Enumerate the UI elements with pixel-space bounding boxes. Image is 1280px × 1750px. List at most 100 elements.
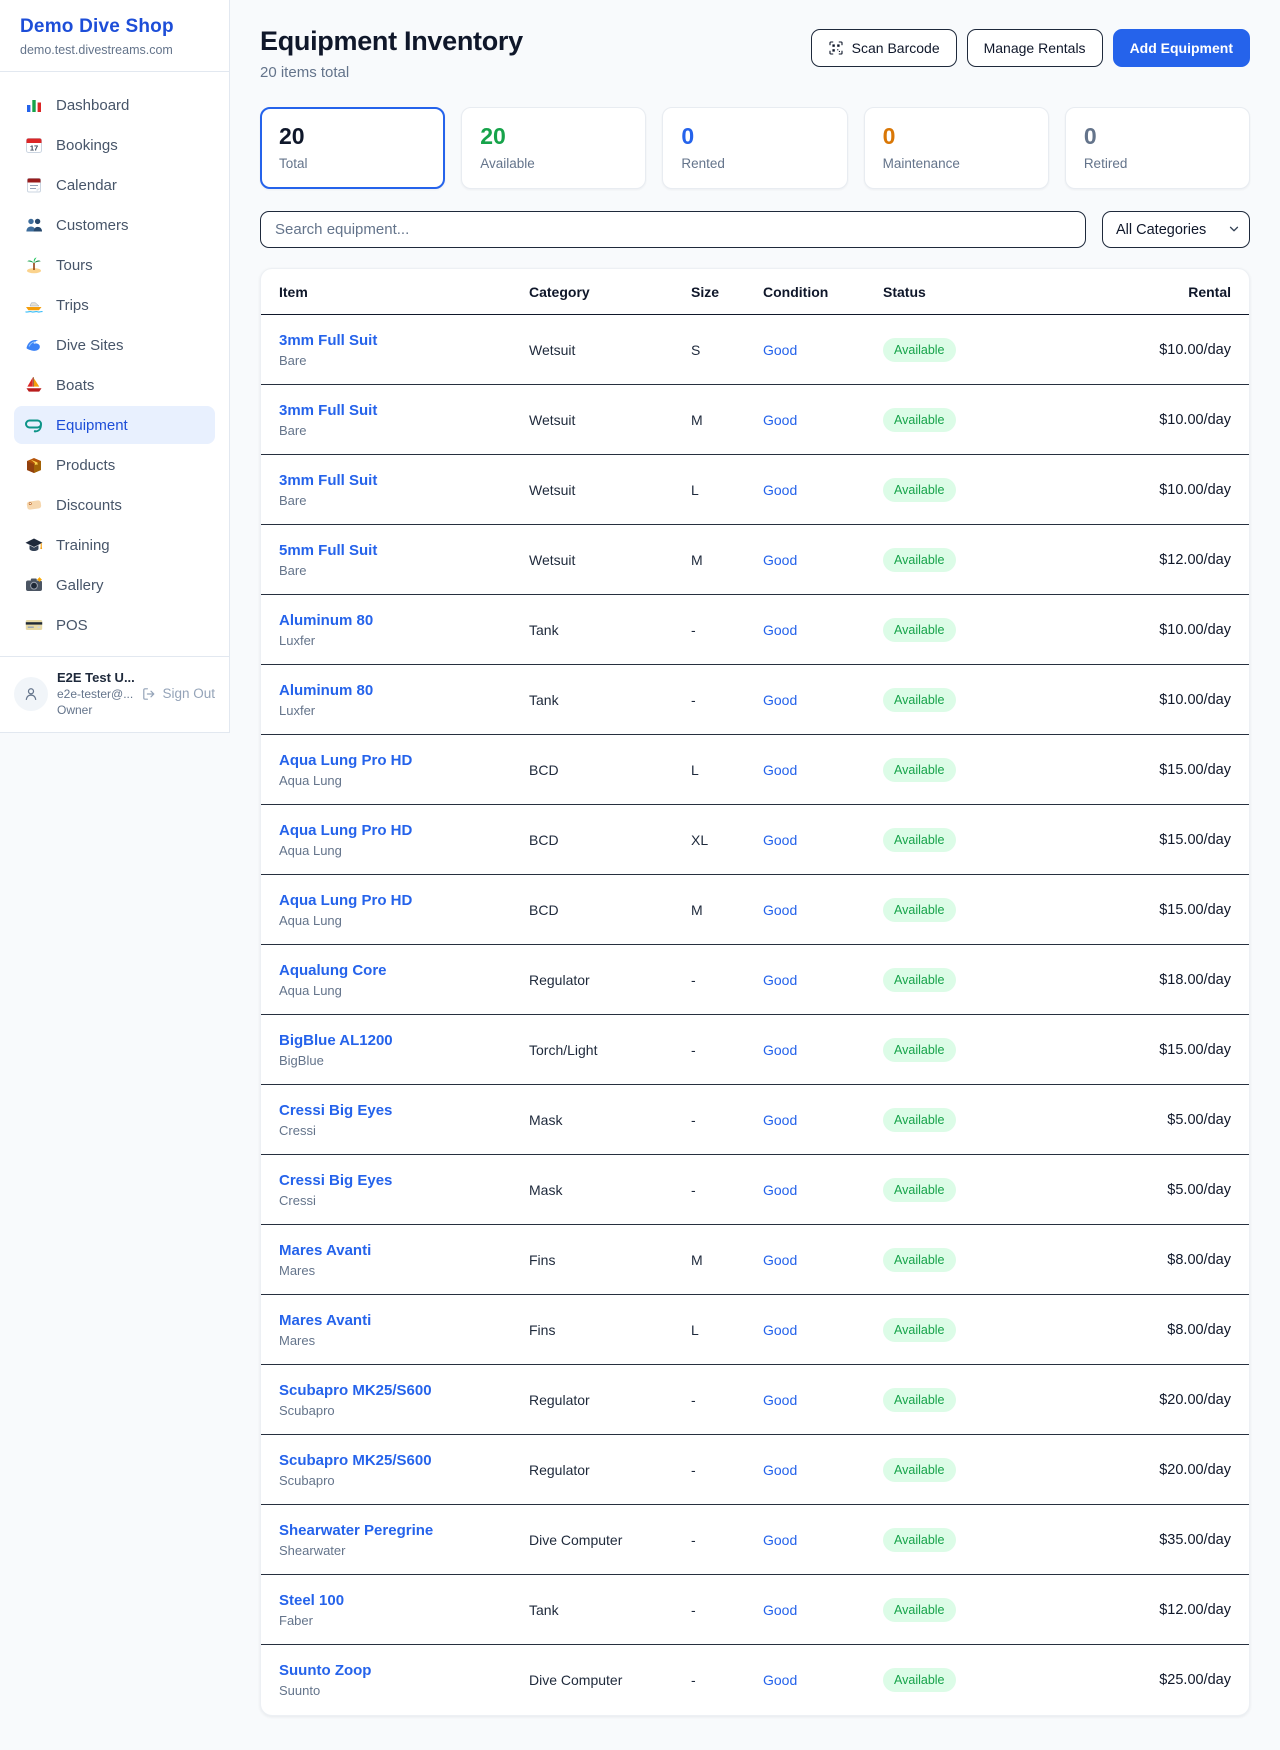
stat-card-rented[interactable]: 0 Rented (662, 107, 847, 189)
item-name-link[interactable]: Aqua Lung Pro HD (279, 892, 529, 909)
sidebar-item-label: Training (56, 537, 110, 554)
status-badge: Available (883, 618, 956, 642)
condition-link[interactable]: Good (763, 412, 797, 428)
sign-out-button[interactable]: Sign Out (141, 686, 215, 702)
item-category: Wetsuit (529, 552, 691, 568)
condition-link[interactable]: Good (763, 1602, 797, 1618)
page-title-block: Equipment Inventory 20 items total (260, 26, 523, 81)
item-name-link[interactable]: Aqua Lung Pro HD (279, 822, 529, 839)
category-select[interactable]: All Categories (1102, 211, 1250, 248)
item-name-link[interactable]: 3mm Full Suit (279, 332, 529, 349)
item-category: Tank (529, 622, 691, 638)
sidebar-item-pos[interactable]: POS (14, 606, 215, 644)
sidebar-item-products[interactable]: Products (14, 446, 215, 484)
svg-text:17: 17 (30, 144, 38, 153)
item-name-link[interactable]: Aluminum 80 (279, 612, 529, 629)
item-name-link[interactable]: 5mm Full Suit (279, 542, 529, 559)
stat-card-retired[interactable]: 0 Retired (1065, 107, 1250, 189)
header-actions: Scan Barcode Manage Rentals Add Equipmen… (811, 29, 1250, 67)
item-size: - (691, 1182, 763, 1198)
sidebar-item-tours[interactable]: Tours (14, 246, 215, 284)
condition-link[interactable]: Good (763, 1532, 797, 1548)
status-badge: Available (883, 758, 956, 782)
item-size: - (691, 972, 763, 988)
status-badge: Available (883, 828, 956, 852)
status-badge: Available (883, 1038, 956, 1062)
stat-card-total[interactable]: 20 Total (260, 107, 445, 189)
sidebar-item-training[interactable]: Training (14, 526, 215, 564)
condition-link[interactable]: Good (763, 1392, 797, 1408)
condition-link[interactable]: Good (763, 1322, 797, 1338)
item-size: L (691, 762, 763, 778)
item-name-link[interactable]: Steel 100 (279, 1592, 529, 1609)
sidebar-item-label: Dashboard (56, 97, 129, 114)
add-equipment-button[interactable]: Add Equipment (1113, 29, 1250, 67)
item-name-link[interactable]: 3mm Full Suit (279, 472, 529, 489)
item-category: Mask (529, 1112, 691, 1128)
item-name-link[interactable]: Mares Avanti (279, 1312, 529, 1329)
item-name-link[interactable]: Aqua Lung Pro HD (279, 752, 529, 769)
sidebar-item-label: Trips (56, 297, 89, 314)
rental-price: $20.00/day (1025, 1462, 1231, 1478)
condition-link[interactable]: Good (763, 902, 797, 918)
item-name-link[interactable]: Mares Avanti (279, 1242, 529, 1259)
item-name-link[interactable]: 3mm Full Suit (279, 402, 529, 419)
column-header-status: Status (883, 284, 1025, 300)
item-name-link[interactable]: Aqualung Core (279, 962, 529, 979)
sidebar-item-trips[interactable]: Trips (14, 286, 215, 324)
item-name-link[interactable]: BigBlue AL1200 (279, 1032, 529, 1049)
sidebar-item-calendar[interactable]: Calendar (14, 166, 215, 204)
condition-link[interactable]: Good (763, 1112, 797, 1128)
item-category: Fins (529, 1252, 691, 1268)
sidebar-item-label: Dive Sites (56, 337, 124, 354)
sidebar-item-gallery[interactable]: Gallery (14, 566, 215, 604)
manage-rentals-button[interactable]: Manage Rentals (967, 29, 1103, 67)
table-row: Aqua Lung Pro HD Aqua Lung BCD XL Good A… (261, 805, 1249, 875)
camera-icon (24, 575, 44, 595)
condition-link[interactable]: Good (763, 552, 797, 568)
condition-link[interactable]: Good (763, 832, 797, 848)
search-input[interactable] (260, 211, 1086, 248)
condition-link[interactable]: Good (763, 972, 797, 988)
table-row: Aluminum 80 Luxfer Tank - Good Available… (261, 595, 1249, 665)
scan-barcode-button[interactable]: Scan Barcode (811, 29, 957, 67)
status-badge: Available (883, 338, 956, 362)
sidebar-item-dive-sites[interactable]: Dive Sites (14, 326, 215, 364)
sidebar-item-customers[interactable]: Customers (14, 206, 215, 244)
main-content: Equipment Inventory 20 items total Scan … (230, 0, 1280, 1750)
item-brand: Bare (279, 563, 529, 578)
sidebar-item-label: Discounts (56, 497, 122, 514)
condition-link[interactable]: Good (763, 482, 797, 498)
stat-card-maintenance[interactable]: 0 Maintenance (864, 107, 1049, 189)
condition-link[interactable]: Good (763, 1462, 797, 1478)
sidebar-item-dashboard[interactable]: Dashboard (14, 86, 215, 124)
stat-card-available[interactable]: 20 Available (461, 107, 646, 189)
item-name-link[interactable]: Cressi Big Eyes (279, 1102, 529, 1119)
item-category: Regulator (529, 1392, 691, 1408)
item-name-link[interactable]: Scubapro MK25/S600 (279, 1452, 529, 1469)
item-brand: Mares (279, 1263, 529, 1278)
status-badge: Available (883, 478, 956, 502)
item-name-link[interactable]: Suunto Zoop (279, 1662, 529, 1679)
shop-name[interactable]: Demo Dive Shop (20, 16, 209, 38)
item-name-link[interactable]: Scubapro MK25/S600 (279, 1382, 529, 1399)
sidebar-item-bookings[interactable]: 17 Bookings (14, 126, 215, 164)
condition-link[interactable]: Good (763, 692, 797, 708)
condition-link[interactable]: Good (763, 1182, 797, 1198)
item-name-link[interactable]: Shearwater Peregrine (279, 1522, 529, 1539)
table-row: Aqua Lung Pro HD Aqua Lung BCD L Good Av… (261, 735, 1249, 805)
condition-link[interactable]: Good (763, 1672, 797, 1688)
sidebar-item-equipment[interactable]: Equipment (14, 406, 215, 444)
condition-link[interactable]: Good (763, 1042, 797, 1058)
sidebar-item-boats[interactable]: Boats (14, 366, 215, 404)
condition-link[interactable]: Good (763, 342, 797, 358)
item-name-link[interactable]: Aluminum 80 (279, 682, 529, 699)
sidebar: Demo Dive Shop demo.test.divestreams.com… (0, 0, 230, 733)
item-name-link[interactable]: Cressi Big Eyes (279, 1172, 529, 1189)
sidebar-item-discounts[interactable]: Discounts (14, 486, 215, 524)
status-badge: Available (883, 1318, 956, 1342)
condition-link[interactable]: Good (763, 1252, 797, 1268)
table-row: Aqua Lung Pro HD Aqua Lung BCD M Good Av… (261, 875, 1249, 945)
condition-link[interactable]: Good (763, 762, 797, 778)
condition-link[interactable]: Good (763, 622, 797, 638)
